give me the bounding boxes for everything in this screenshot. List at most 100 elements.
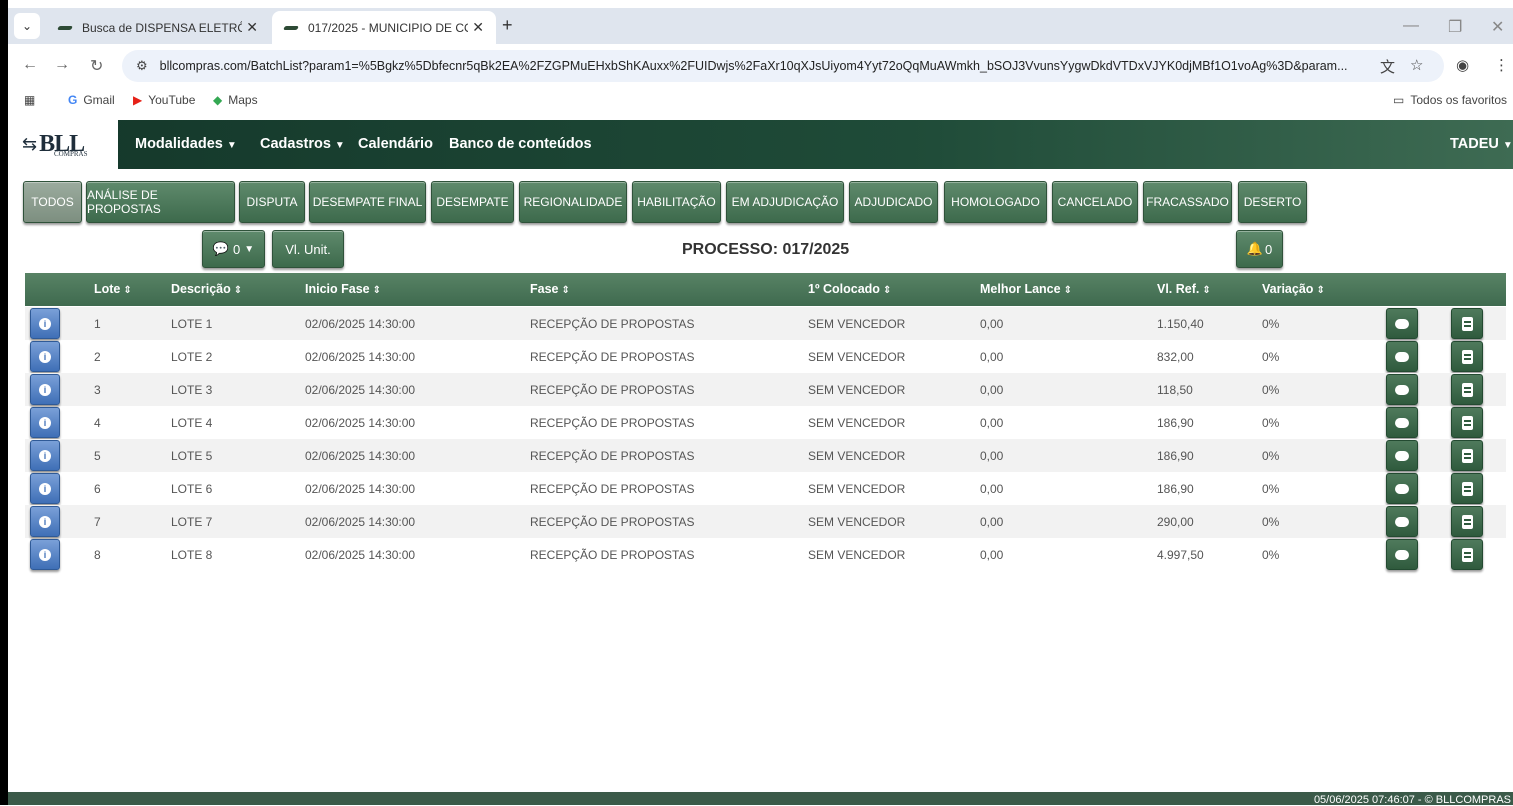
minimize-icon[interactable]: — [1403,17,1419,35]
browser-tab-busca[interactable]: Busca de DISPENSA ELETRÔNICA ✕ [46,11,270,44]
caret-down-icon: ▼ [1502,140,1513,151]
info-button[interactable]: i [30,440,60,471]
messages-button[interactable]: 💬 0 ▼ [202,230,265,268]
filter-cancelado[interactable]: CANCELADO [1052,181,1138,223]
info-button[interactable]: i [30,539,60,570]
document-button[interactable] [1451,506,1483,537]
filter-habilitacao[interactable]: HABILITAÇÃO [632,181,721,223]
col-primeiro-colocado[interactable]: 1º Colocado ⇕ [808,282,891,296]
col-fase[interactable]: Fase ⇕ [530,282,570,296]
cell-1-colocado: SEM VENCEDOR [808,515,906,529]
bookmark-label: Todos os favoritos [1410,93,1508,107]
new-tab-icon[interactable]: + [502,15,513,36]
info-button[interactable]: i [30,473,60,504]
cell-inicio-fase: 02/06/2025 14:30:00 [305,548,416,562]
filter-todos[interactable]: TODOS [23,181,82,223]
process-title: PROCESSO: 017/2025 [682,241,850,258]
bookmarks-bar: ▦ G Gmail ▶ YouTube ◆ Maps ▭ Todos os fa… [8,88,1513,114]
chat-button[interactable] [1386,341,1418,372]
chat-icon [1395,549,1409,560]
filter-deserto[interactable]: DESERTO [1238,181,1307,223]
vl-unit-button[interactable]: Vl. Unit. [272,230,344,268]
chat-button[interactable] [1386,308,1418,339]
bookmark-maps[interactable]: ◆ Maps [213,93,258,107]
bll-logo[interactable]: ⇆ BLL COMPRAS [8,120,118,169]
cell-varia-o: 0% [1262,416,1280,430]
cell-melhor-lance: 0,00 [980,515,1004,529]
restore-icon[interactable]: ❐ [1448,17,1462,37]
nav-cadastros[interactable]: Cadastros ▼ [260,136,345,152]
document-icon [1461,349,1473,364]
menu-kebab-icon[interactable]: ⋮ [1494,56,1509,74]
document-button[interactable] [1451,473,1483,504]
document-button[interactable] [1451,440,1483,471]
document-button[interactable] [1451,374,1483,405]
chat-button[interactable] [1386,440,1418,471]
col-variacao[interactable]: Variação ⇕ [1262,282,1325,296]
chat-bubbles-icon: 💬 [212,241,230,256]
chat-button[interactable] [1386,539,1418,570]
col-vl-ref[interactable]: Vl. Ref. ⇕ [1157,282,1211,296]
cell-descri-o: LOTE 3 [171,383,213,397]
info-button[interactable]: i [30,308,60,339]
filter-analise-propostas[interactable]: ANÁLISE DE PROPOSTAS [86,181,235,223]
filter-desempate[interactable]: DESEMPATE [431,181,514,223]
user-menu[interactable]: TADEU ▼ [1450,136,1513,152]
info-button[interactable]: i [30,407,60,438]
info-button[interactable]: i [30,341,60,372]
document-button[interactable] [1451,341,1483,372]
close-icon[interactable]: ✕ [472,19,484,36]
profile-icon[interactable]: ◉ [1456,56,1469,74]
nav-label: Modalidades [135,136,223,152]
site-settings-icon[interactable]: ⚙ [136,58,148,74]
chat-button[interactable] [1386,374,1418,405]
nav-calendario[interactable]: Calendário [358,136,433,152]
browser-tab-processo[interactable]: 017/2025 - MUNICIPIO DE CONCEIÇÃO ✕ [272,11,496,44]
filter-disputa[interactable]: DISPUTA [239,181,305,223]
url-omnibox[interactable]: ⚙ bllcompras.com/BatchList?param1=%5Bgkz… [122,50,1444,82]
col-lote[interactable]: Lote ⇕ [94,282,132,296]
filter-fracassado[interactable]: FRACASSADO [1143,181,1232,223]
col-descricao[interactable]: Descrição ⇕ [171,282,242,296]
apps-grid-icon[interactable]: ▦ [24,93,35,107]
chat-icon [1395,351,1409,362]
nav-modalidades[interactable]: Modalidades ▼ [135,136,237,152]
bookmark-youtube[interactable]: ▶ YouTube [133,93,195,107]
table-row: i 5 LOTE 5 02/06/2025 14:30:00 RECEPÇÃO DE P… [25,439,1506,472]
cell-1-colocado: SEM VENCEDOR [808,383,906,397]
col-inicio-fase[interactable]: Inicio Fase ⇕ [305,282,381,296]
reload-icon[interactable]: ↻ [90,56,103,76]
document-button[interactable] [1451,407,1483,438]
document-button[interactable] [1451,539,1483,570]
notifications-button[interactable]: 🔔 0 [1236,230,1283,268]
cell-melhor-lance: 0,00 [980,449,1004,463]
filter-homologado[interactable]: HOMOLOGADO [944,181,1047,223]
tab-search-chevron-icon[interactable]: ⌄ [14,13,40,39]
filter-adjudicado[interactable]: ADJUDICADO [849,181,938,223]
url-text[interactable]: bllcompras.com/BatchList?param1=%5Bgkz%5… [160,59,1370,73]
filter-regionalidade[interactable]: REGIONALIDADE [519,181,627,223]
col-melhor-lance[interactable]: Melhor Lance ⇕ [980,282,1072,296]
translate-icon[interactable]: 文 [1380,56,1395,77]
nav-banco-conteudos[interactable]: Banco de conteúdos [449,136,592,152]
table-row: i 7 LOTE 7 02/06/2025 14:30:00 RECEPÇÃO DE P… [25,505,1506,538]
sort-icon: ⇕ [233,285,243,296]
document-button[interactable] [1451,308,1483,339]
window-close-icon[interactable]: ✕ [1491,17,1504,37]
info-button[interactable]: i [30,506,60,537]
all-bookmarks[interactable]: ▭ Todos os favoritos [1393,93,1507,107]
forward-icon[interactable]: → [54,56,70,74]
info-button[interactable]: i [30,374,60,405]
chat-button[interactable] [1386,506,1418,537]
chat-icon [1395,450,1409,461]
bookmark-gmail[interactable]: G Gmail [68,93,115,107]
close-icon[interactable]: ✕ [246,19,258,36]
info-icon: i [39,548,51,561]
bookmark-star-icon[interactable]: ☆ [1410,56,1423,74]
filter-desempate-final[interactable]: DESEMPATE FINAL [309,181,426,223]
back-icon[interactable]: ← [22,56,38,74]
chat-icon [1395,318,1409,329]
filter-em-adjudicacao[interactable]: EM ADJUDICAÇÃO [726,181,844,223]
chat-button[interactable] [1386,407,1418,438]
chat-button[interactable] [1386,473,1418,504]
